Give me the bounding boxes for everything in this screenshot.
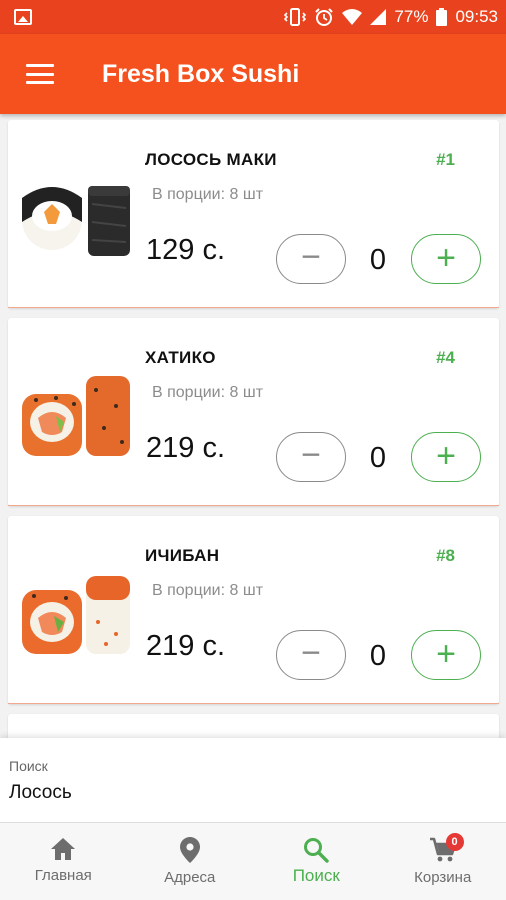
product-number: #8 (436, 546, 455, 565)
product-image (22, 576, 130, 654)
search-input[interactable] (9, 780, 489, 806)
product-price: 129 с. (146, 234, 225, 266)
product-card: ЛОСОСЬ МАКИ #1 В порции: 8 шт 129 с. − 0… (8, 120, 499, 308)
wifi-icon (342, 9, 363, 25)
card-divider (8, 307, 499, 308)
home-icon (51, 838, 76, 860)
product-number: #1 (436, 150, 455, 169)
app-title: Fresh Box Sushi (102, 59, 300, 88)
product-card-partial (8, 714, 499, 738)
decrease-quantity-button[interactable]: − (276, 432, 346, 482)
menu-icon[interactable] (26, 64, 54, 84)
search-icon (304, 838, 329, 863)
image-notification-icon (14, 9, 32, 25)
product-card: ИЧИБАН #8 В порции: 8 шт 219 с. − 0 + (8, 516, 499, 704)
search-label: Поиск (9, 758, 48, 774)
product-price: 219 с. (146, 630, 225, 662)
product-quantity: 0 (369, 244, 387, 276)
alarm-icon (314, 7, 334, 27)
nav-label: Главная (34, 867, 92, 884)
app-bar: Fresh Box Sushi (0, 34, 506, 114)
bottom-nav: Главная Адреса Поиск 0 Корзина (0, 822, 506, 900)
vibrate-icon (284, 8, 307, 26)
product-portion: В порции: 8 шт (152, 384, 264, 401)
search-panel: Поиск (0, 738, 506, 822)
product-portion: В порции: 8 шт (152, 186, 264, 203)
cart-badge: 0 (445, 833, 464, 851)
nav-item-search[interactable]: Поиск (253, 823, 380, 900)
nav-label: Поиск (292, 866, 340, 885)
product-number: #4 (436, 348, 455, 367)
product-quantity: 0 (369, 640, 387, 672)
product-quantity: 0 (369, 442, 387, 474)
battery-percent: 77% (394, 7, 429, 26)
product-image (22, 186, 130, 256)
nav-item-home[interactable]: Главная (0, 823, 127, 900)
card-divider (8, 703, 499, 704)
status-bar: 77% 09:53 (0, 0, 506, 34)
product-image (22, 376, 130, 456)
product-portion: В порции: 8 шт (152, 582, 264, 599)
card-divider (8, 505, 499, 506)
signal-icon (370, 9, 387, 25)
increase-quantity-button[interactable]: + (411, 630, 481, 680)
product-list[interactable]: ЛОСОСЬ МАКИ #1 В порции: 8 шт 129 с. − 0… (0, 114, 506, 738)
decrease-quantity-button[interactable]: − (276, 234, 346, 284)
increase-quantity-button[interactable]: + (411, 234, 481, 284)
nav-label: Адреса (164, 869, 216, 886)
product-name: ХАТИКО (145, 348, 216, 367)
battery-icon (436, 8, 448, 26)
increase-quantity-button[interactable]: + (411, 432, 481, 482)
product-card: ХАТИКО #4 В порции: 8 шт 219 с. − 0 + (8, 318, 499, 506)
product-price: 219 с. (146, 432, 225, 464)
product-name: ЛОСОСЬ МАКИ (145, 150, 277, 169)
nav-label: Корзина (414, 869, 472, 886)
product-name: ИЧИБАН (145, 546, 220, 565)
location-pin-icon (179, 837, 200, 863)
nav-item-cart[interactable]: 0 Корзина (380, 823, 506, 900)
nav-item-addresses[interactable]: Адреса (127, 823, 254, 900)
decrease-quantity-button[interactable]: − (276, 630, 346, 680)
clock: 09:53 (455, 7, 498, 26)
